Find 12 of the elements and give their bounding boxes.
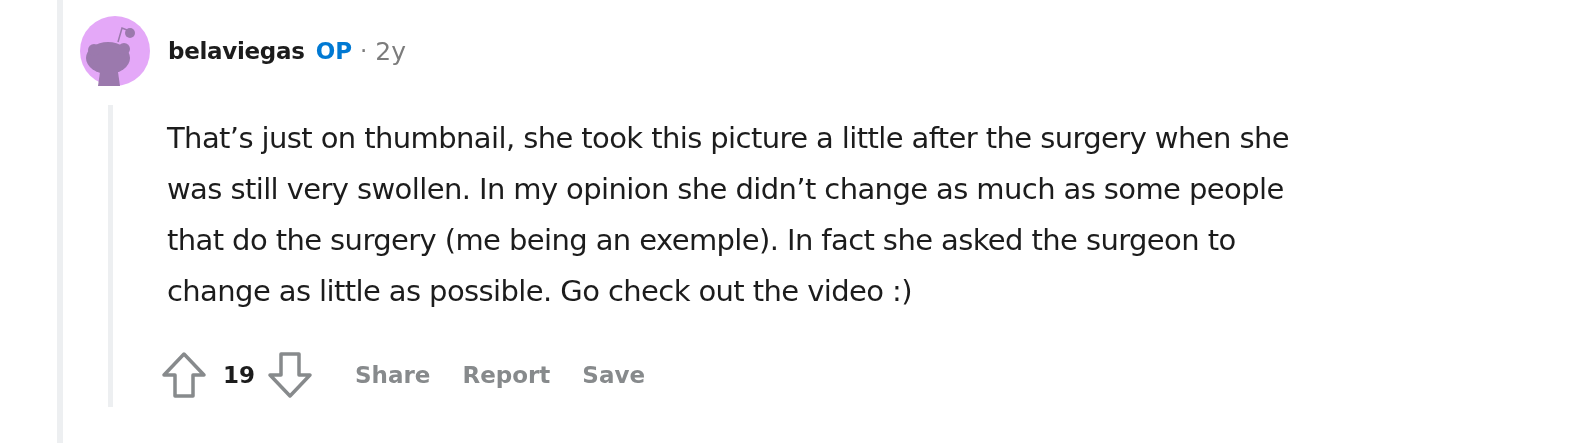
- vote-count: 19: [223, 362, 255, 388]
- op-label: OP: [315, 38, 353, 64]
- downvote-icon[interactable]: [267, 351, 313, 399]
- upvote-icon[interactable]: [161, 351, 207, 399]
- username[interactable]: belaviegas: [168, 38, 305, 64]
- action-button[interactable]: Share: [349, 358, 437, 392]
- action-button[interactable]: Report: [456, 358, 557, 392]
- avatar-icon: [80, 16, 150, 86]
- separator: ·: [360, 38, 368, 64]
- comment-text: That’s just on thumbnail, she took this picture a little after the surgery when she was still very swollen. In my opinion she didn’t change as much as some people that do the surgery (me being an exemple). In fact she asked the surgeon to change as little as possible. Go check out the video :): [167, 120, 1289, 310]
- timestamp: 2y: [375, 36, 407, 66]
- action-button[interactable]: Save: [576, 358, 652, 392]
